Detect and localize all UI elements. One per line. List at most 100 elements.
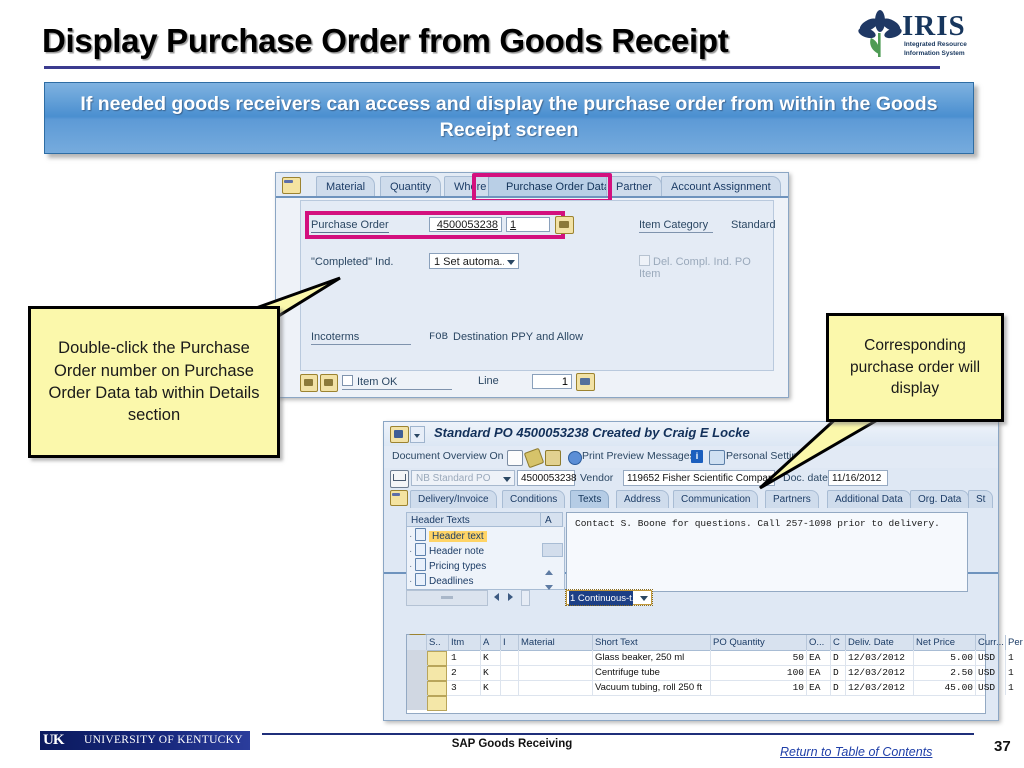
resize-handle[interactable] bbox=[521, 590, 530, 606]
table-row[interactable]: 3 K Vacuum tubing, roll 250 ft 10 EA D 1… bbox=[407, 680, 1014, 696]
prev-item-icon[interactable] bbox=[300, 374, 318, 392]
scroll-thumb[interactable] bbox=[542, 543, 563, 557]
column-header-net-price[interactable]: Net Price bbox=[914, 635, 976, 650]
info-icon[interactable]: i bbox=[691, 450, 703, 463]
line-input[interactable]: 1 bbox=[532, 374, 572, 389]
list-item[interactable]: · Header text bbox=[409, 528, 487, 542]
print-preview-icon[interactable] bbox=[568, 451, 582, 465]
highlight-box-tab bbox=[472, 173, 612, 203]
cell-deliv-date: 12/03/2012 bbox=[846, 665, 914, 680]
tab-additional-data[interactable]: Additional Data bbox=[827, 490, 911, 508]
row-select-icon[interactable] bbox=[427, 666, 447, 681]
horizontal-scrollbar[interactable] bbox=[406, 590, 488, 606]
page-title: Display Purchase Order from Goods Receip… bbox=[42, 22, 729, 59]
doc-date-field[interactable]: 11/16/2012 bbox=[828, 470, 888, 486]
row-gutter[interactable] bbox=[407, 650, 428, 665]
column-header-short-text[interactable]: Short Text bbox=[593, 635, 711, 650]
table-row[interactable]: 1 K Glass beaker, 250 ml 50 EA D 12/03/2… bbox=[407, 650, 1014, 666]
return-to-table-of-contents-link[interactable]: Return to Table of Contents bbox=[780, 745, 932, 759]
sap-app-icon[interactable] bbox=[390, 426, 409, 443]
shopping-cart-icon[interactable] bbox=[390, 470, 409, 488]
table-row[interactable] bbox=[407, 695, 985, 711]
document-icon bbox=[415, 528, 426, 541]
cell-deliv-date: 12/03/2012 bbox=[846, 680, 914, 695]
tab-account-assignment[interactable]: Account Assignment bbox=[661, 176, 781, 197]
list-item[interactable]: · Deadlines bbox=[409, 573, 473, 587]
cell-o: EA bbox=[807, 650, 831, 665]
column-header-po-quantity[interactable]: PO Quantity bbox=[711, 635, 807, 650]
column-header-deliv-date[interactable]: Deliv. Date bbox=[846, 635, 914, 650]
messages-button[interactable]: Messages bbox=[647, 450, 695, 462]
column-header-c[interactable]: C bbox=[831, 635, 846, 650]
scroll-up-icon[interactable] bbox=[545, 570, 553, 575]
tab-communication[interactable]: Communication bbox=[673, 490, 759, 508]
row-select-icon[interactable] bbox=[427, 696, 447, 711]
cell-o: EA bbox=[807, 665, 831, 680]
personal-setting-icon[interactable] bbox=[709, 450, 725, 465]
scroll-right-icon[interactable] bbox=[508, 593, 513, 601]
text-format-select[interactable]: 1 Continuous-t.. bbox=[565, 589, 653, 606]
tab-partners[interactable]: Partners bbox=[765, 490, 819, 508]
del-compl-label: Del. Compl. Ind. PO Item bbox=[639, 256, 751, 280]
column-header-i[interactable]: I bbox=[501, 635, 519, 650]
tab-material[interactable]: Material bbox=[316, 176, 376, 197]
column-header-material[interactable]: Material bbox=[519, 635, 593, 650]
personal-setting-button[interactable]: Personal Setting bbox=[726, 450, 803, 462]
column-header-per[interactable]: Per bbox=[1006, 635, 1024, 650]
line-detail-icon[interactable] bbox=[576, 373, 595, 391]
cell-c: D bbox=[831, 680, 846, 695]
column-header-s[interactable]: S.. bbox=[427, 635, 449, 650]
po-number-field[interactable]: 4500053238 bbox=[517, 470, 577, 486]
folder-icon[interactable] bbox=[390, 490, 408, 506]
print-preview-button[interactable]: Print Preview bbox=[582, 450, 644, 462]
tab-conditions[interactable]: Conditions bbox=[502, 490, 566, 508]
cell-net-price: 5.00 bbox=[914, 650, 976, 665]
tab-partner[interactable]: Partner bbox=[606, 176, 663, 197]
item-ok-checkbox[interactable]: Item OK bbox=[342, 375, 452, 390]
pencil-icon[interactable] bbox=[523, 447, 545, 469]
row-gutter[interactable] bbox=[407, 665, 428, 680]
document-type-select[interactable]: NB Standard PO bbox=[411, 470, 515, 486]
purchase-order-item-value[interactable]: 1 bbox=[506, 217, 550, 232]
list-item[interactable]: · Header note bbox=[409, 543, 484, 557]
lookup-icon[interactable] bbox=[555, 216, 574, 234]
row-gutter[interactable] bbox=[407, 680, 428, 695]
purchase-order-value[interactable]: 4500053238 bbox=[429, 217, 502, 232]
row-gutter[interactable] bbox=[407, 695, 428, 710]
column-header-o[interactable]: O... bbox=[807, 635, 831, 650]
list-item[interactable]: · Pricing types bbox=[409, 558, 486, 572]
cell-itm: 1 bbox=[449, 650, 481, 665]
document-icon bbox=[415, 558, 426, 571]
new-document-icon[interactable] bbox=[507, 450, 523, 466]
cell-curr: USD bbox=[976, 680, 1006, 695]
po-items-table[interactable]: S.. Itm A I Material Short Text PO Quant… bbox=[406, 634, 1023, 714]
next-item-icon[interactable] bbox=[320, 374, 338, 392]
col-select-all[interactable] bbox=[407, 635, 427, 650]
header-texts-list[interactable]: · Header text · Header note · Pricing types… bbox=[406, 527, 565, 590]
column-header-curr[interactable]: Curr... bbox=[976, 635, 1006, 650]
del-compl-checkbox[interactable]: Del. Compl. Ind. PO Item bbox=[639, 255, 773, 280]
copy-icon[interactable] bbox=[545, 450, 561, 466]
column-header-itm[interactable]: Itm bbox=[449, 635, 481, 650]
tab-status[interactable]: St bbox=[968, 490, 994, 508]
goods-receipt-detail-window[interactable]: Material Quantity Where Purchase Order D… bbox=[275, 172, 789, 398]
row-select-icon[interactable] bbox=[427, 681, 447, 696]
tab-org-data[interactable]: Org. Data bbox=[910, 490, 970, 508]
table-row[interactable]: 2 K Centrifuge tube 100 EA D 12/03/2012 … bbox=[407, 665, 1014, 681]
header-text-editor[interactable]: Contact S. Boone for questions. Call 257… bbox=[566, 512, 968, 592]
document-overview-button[interactable]: Document Overview On bbox=[392, 450, 503, 462]
folder-icon[interactable] bbox=[282, 177, 301, 194]
vendor-field[interactable]: 119652 Fisher Scientific Company bbox=[623, 470, 775, 486]
row-select-icon[interactable] bbox=[427, 651, 447, 666]
tab-address[interactable]: Address bbox=[616, 490, 669, 508]
chevron-down-icon[interactable] bbox=[410, 426, 425, 443]
column-header-a[interactable]: A bbox=[481, 635, 501, 650]
tab-delivery-invoice[interactable]: Delivery/Invoice bbox=[410, 490, 497, 508]
scroll-left-icon[interactable] bbox=[494, 593, 499, 601]
cell-po-quantity: 50 bbox=[711, 650, 807, 665]
tab-texts[interactable]: Texts bbox=[570, 490, 610, 508]
tab-quantity[interactable]: Quantity bbox=[380, 176, 441, 197]
cell-curr: USD bbox=[976, 650, 1006, 665]
purchase-order-display-window[interactable]: Standard PO 4500053238 Created by Craig … bbox=[383, 421, 1023, 721]
completed-indicator-select[interactable]: 1 Set automa.. bbox=[429, 253, 519, 269]
